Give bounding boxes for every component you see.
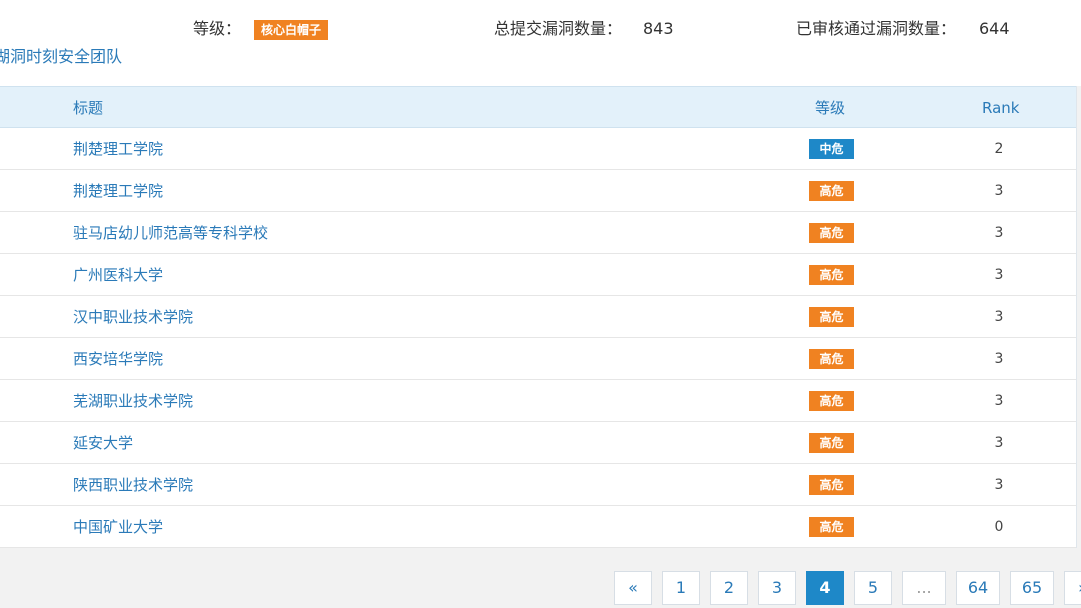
profile-summary: 等级： 核心白帽子 总提交漏洞数量： 843 已审核通过漏洞数量： 644 湖洞…	[0, 0, 1081, 86]
table-header: 标题 等级 Rank	[0, 86, 1076, 128]
rank-value: 3	[994, 309, 1004, 325]
pagination-page-button[interactable]: 2	[710, 571, 748, 605]
column-header-rank: Rank	[982, 99, 1020, 117]
rank-value: 3	[994, 393, 1004, 409]
table-row: 广州医科大学 高危 3	[0, 254, 1076, 296]
table-row: 荆楚理工学院 中危 2	[0, 128, 1076, 170]
total-submitted-label: 总提交漏洞数量：	[494, 19, 623, 38]
row-title-link[interactable]: 延安大学	[73, 422, 133, 464]
pagination-page-button[interactable]: 64	[956, 571, 1000, 605]
team-link[interactable]: 湖洞时刻安全团队	[0, 46, 122, 68]
table-row: 中国矿业大学 高危 0	[0, 506, 1076, 548]
rank-badge: 核心白帽子	[254, 20, 329, 40]
column-header-title: 标题	[73, 99, 104, 117]
pagination-current-page[interactable]: 4	[806, 571, 844, 605]
approved-value: 644	[979, 19, 1010, 38]
severity-badge: 高危	[809, 475, 854, 495]
pagination-prev-button[interactable]: «	[614, 571, 652, 605]
severity-badge: 高危	[809, 517, 854, 537]
severity-badge: 高危	[809, 181, 854, 201]
rank-value: 3	[994, 477, 1004, 493]
pagination-page-button[interactable]: 3	[758, 571, 796, 605]
row-title-link[interactable]: 陕西职业技术学院	[73, 464, 193, 506]
row-title-link[interactable]: 芜湖职业技术学院	[73, 380, 193, 422]
severity-badge: 高危	[809, 265, 854, 285]
approved-label: 已审核通过漏洞数量：	[796, 19, 957, 38]
pagination-page-button[interactable]: 65	[1010, 571, 1054, 605]
pagination: « 12345... 64 65 »	[614, 571, 1081, 607]
rank-value: 3	[994, 435, 1004, 451]
pagination-next-button[interactable]: »	[1064, 571, 1081, 605]
column-header-level: 等级	[815, 99, 846, 117]
table-row: 西安培华学院 高危 3	[0, 338, 1076, 380]
table-row: 陕西职业技术学院 高危 3	[0, 464, 1076, 506]
row-title-link[interactable]: 中国矿业大学	[73, 506, 163, 548]
row-title-link[interactable]: 汉中职业技术学院	[73, 296, 193, 338]
vulnerability-table: 标题 等级 Rank 荆楚理工学院 中危 2 荆楚理工学院 高危 3 驻马店幼儿师范高等专科…	[0, 86, 1077, 548]
severity-badge: 高危	[809, 433, 854, 453]
table-row: 荆楚理工学院 高危 3	[0, 170, 1076, 212]
total-submitted-value: 843	[643, 19, 674, 38]
row-title-link[interactable]: 荆楚理工学院	[73, 170, 163, 212]
pagination-page-button[interactable]: 5	[854, 571, 892, 605]
row-title-link[interactable]: 驻马店幼儿师范高等专科学校	[73, 212, 268, 254]
rank-value: 3	[994, 267, 1004, 283]
table-row: 芜湖职业技术学院 高危 3	[0, 380, 1076, 422]
page: 等级： 核心白帽子 总提交漏洞数量： 843 已审核通过漏洞数量： 644 湖洞…	[0, 0, 1081, 608]
severity-badge: 中危	[809, 139, 854, 159]
table-row: 延安大学 高危 3	[0, 422, 1076, 464]
table-row: 汉中职业技术学院 高危 3	[0, 296, 1076, 338]
rank-value: 3	[994, 183, 1004, 199]
table-body: 荆楚理工学院 中危 2 荆楚理工学院 高危 3 驻马店幼儿师范高等专科学校 高危 3 广州医科大学…	[0, 128, 1076, 548]
pagination-page-button[interactable]: 1	[662, 571, 700, 605]
severity-badge: 高危	[809, 349, 854, 369]
rank-value: 0	[994, 519, 1004, 535]
rank-value: 2	[994, 141, 1004, 157]
pagination-ellipsis: ...	[902, 571, 946, 605]
severity-badge: 高危	[809, 307, 854, 327]
severity-badge: 高危	[809, 223, 854, 243]
row-title-link[interactable]: 荆楚理工学院	[73, 128, 163, 170]
row-title-link[interactable]: 西安培华学院	[73, 338, 163, 380]
rank-value: 3	[994, 225, 1004, 241]
rank-label: 等级：	[193, 19, 242, 38]
severity-badge: 高危	[809, 391, 854, 411]
row-title-link[interactable]: 广州医科大学	[73, 254, 163, 296]
rank-value: 3	[994, 351, 1004, 367]
table-row: 驻马店幼儿师范高等专科学校 高危 3	[0, 212, 1076, 254]
